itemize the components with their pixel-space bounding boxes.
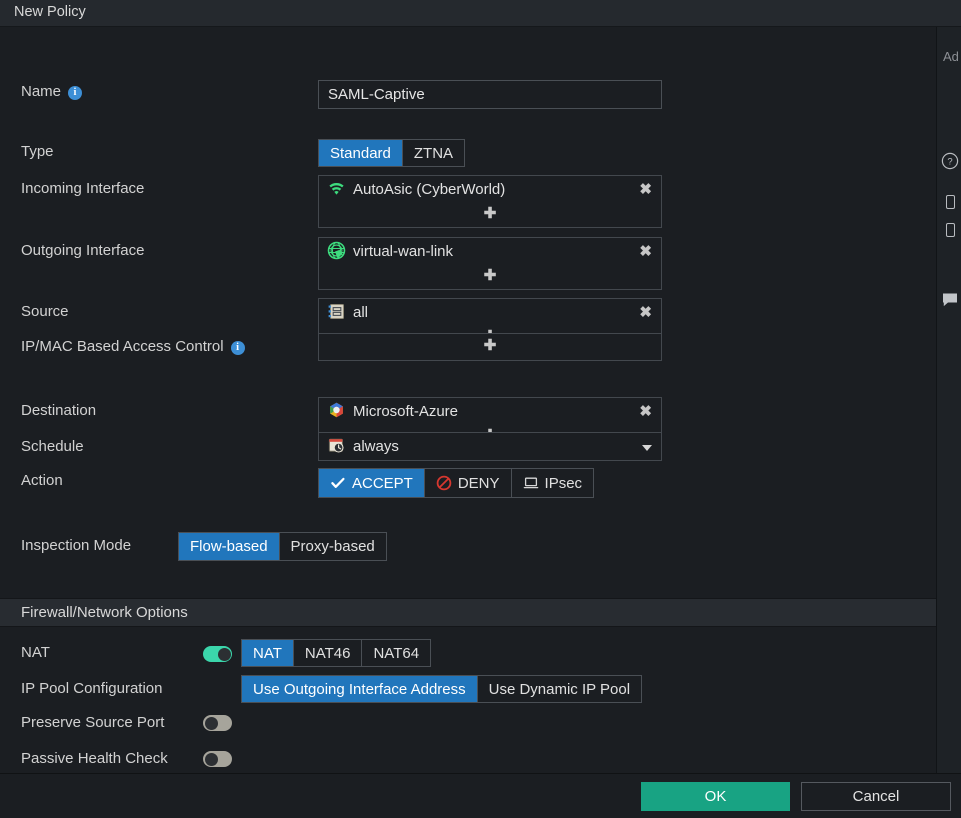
field-row-inspection-mode: Inspection Mode Flow-based Proxy-based: [0, 532, 936, 560]
field-row-nat: NAT NAT NAT46 NAT64: [0, 639, 936, 667]
inspection-mode-option-flow-based[interactable]: Flow-based: [179, 533, 280, 560]
label-outgoing-interface: Outgoing Interface: [21, 242, 144, 259]
dialog-titlebar: New Policy: [0, 0, 961, 27]
panel-handle-icon-2[interactable]: [946, 223, 955, 237]
add-outgoing-interface-button[interactable]: ✚: [319, 265, 661, 289]
label-preserve-source-port: Preserve Source Port: [21, 714, 164, 731]
chevron-down-icon[interactable]: [642, 445, 652, 451]
section-title: Firewall/Network Options: [21, 604, 188, 621]
cancel-button[interactable]: Cancel: [801, 782, 951, 811]
field-row-type: Type Standard ZTNA: [0, 139, 936, 167]
field-row-action: Action ACCEPT DENY: [0, 468, 936, 496]
incoming-interface-selector: AutoAsic (CyberWorld) ✖ ✚: [318, 175, 662, 228]
ip-pool-segmented-control: Use Outgoing Interface Address Use Dynam…: [241, 675, 642, 703]
list-item-label: virtual-wan-link: [353, 243, 453, 260]
new-policy-dialog: New Policy Ad ? Namei Type: [0, 0, 961, 818]
schedule-dropdown[interactable]: always: [318, 432, 662, 461]
info-icon[interactable]: i: [231, 341, 245, 355]
label-name: Namei: [21, 83, 82, 100]
page-title: New Policy: [14, 4, 86, 20]
remove-icon[interactable]: ✖: [639, 304, 652, 321]
action-segmented-control: ACCEPT DENY: [318, 468, 594, 498]
ip-mac-access-control-selector: ✚: [318, 333, 662, 361]
label-passive-health-check: Passive Health Check: [21, 750, 168, 767]
list-item[interactable]: all ✖: [319, 299, 661, 326]
label-destination: Destination: [21, 402, 96, 419]
list-item[interactable]: virtual-wan-link ✖: [319, 238, 661, 265]
field-row-preserve-source-port: Preserve Source Port: [0, 711, 936, 735]
field-row-name: Namei: [0, 78, 936, 108]
nat-option-nat46[interactable]: NAT46: [294, 640, 363, 666]
azure-hex-icon: [327, 401, 346, 420]
address-book-icon: [327, 302, 346, 321]
dialog-footer: OK Cancel: [0, 773, 961, 818]
ip-pool-option-outgoing-interface-address[interactable]: Use Outgoing Interface Address: [242, 676, 478, 702]
list-item-label: all: [353, 304, 368, 321]
list-item[interactable]: Microsoft-Azure ✖: [319, 398, 661, 425]
label-schedule: Schedule: [21, 438, 84, 455]
toggle-knob: [205, 753, 218, 766]
list-item[interactable]: AutoAsic (CyberWorld) ✖: [319, 176, 661, 203]
inspection-mode-option-proxy-based[interactable]: Proxy-based: [280, 533, 386, 560]
schedule-clock-icon: [327, 436, 346, 455]
toggle-knob: [205, 717, 218, 730]
right-sidebar: Ad ?: [936, 27, 961, 818]
sdwan-globe-icon: [327, 241, 346, 260]
remove-icon[interactable]: ✖: [639, 243, 652, 260]
label-source: Source: [21, 303, 69, 320]
name-input[interactable]: [318, 80, 662, 109]
passive-health-check-toggle[interactable]: [203, 751, 232, 767]
wifi-icon: [327, 179, 346, 198]
action-option-deny[interactable]: DENY: [425, 469, 512, 497]
outgoing-interface-selector: virtual-wan-link ✖ ✚: [318, 237, 662, 290]
label-ip-pool-configuration: IP Pool Configuration: [21, 680, 162, 697]
help-circle-icon[interactable]: ?: [941, 152, 959, 170]
nat-option-nat64[interactable]: NAT64: [362, 640, 430, 666]
type-option-ztna[interactable]: ZTNA: [403, 140, 464, 166]
deny-circle-icon: [436, 475, 452, 491]
label-type: Type: [21, 143, 54, 160]
label-action: Action: [21, 472, 63, 489]
schedule-value: always: [353, 438, 399, 455]
type-option-standard[interactable]: Standard: [319, 140, 403, 166]
list-item-label: AutoAsic (CyberWorld): [353, 181, 505, 198]
monitor-icon: [523, 475, 539, 491]
remove-icon[interactable]: ✖: [639, 181, 652, 198]
label-incoming-interface: Incoming Interface: [21, 180, 144, 197]
add-incoming-interface-button[interactable]: ✚: [319, 203, 661, 227]
svg-text:?: ?: [947, 157, 952, 168]
toggle-knob: [218, 648, 231, 661]
nat-segmented-control: NAT NAT46 NAT64: [241, 639, 431, 667]
panel-handle-icon[interactable]: [946, 195, 955, 209]
label-nat: NAT: [21, 644, 50, 661]
ip-pool-option-dynamic-ip-pool[interactable]: Use Dynamic IP Pool: [478, 676, 641, 702]
chat-bubble-icon[interactable]: [941, 292, 959, 310]
field-row-passive-health-check: Passive Health Check: [0, 747, 936, 771]
info-icon[interactable]: i: [68, 86, 82, 100]
type-segmented-control: Standard ZTNA: [318, 139, 465, 167]
check-icon: [330, 475, 346, 491]
label-ip-mac-access-control: IP/MAC Based Access Controli: [21, 338, 245, 355]
right-sidebar-label: Ad: [943, 49, 959, 64]
section-header-firewall-network-options: Firewall/Network Options: [0, 598, 936, 627]
action-option-ipsec[interactable]: IPsec: [512, 469, 594, 497]
ok-button[interactable]: OK: [641, 782, 790, 811]
nat-option-nat[interactable]: NAT: [242, 640, 294, 666]
label-inspection-mode: Inspection Mode: [21, 537, 131, 554]
list-item-label: Microsoft-Azure: [353, 403, 458, 420]
field-row-ip-pool-configuration: IP Pool Configuration Use Outgoing Inter…: [0, 675, 936, 703]
action-option-accept[interactable]: ACCEPT: [319, 469, 425, 497]
remove-icon[interactable]: ✖: [639, 403, 652, 420]
add-ip-mac-access-control-button[interactable]: ✚: [319, 334, 661, 360]
inspection-mode-segmented-control: Flow-based Proxy-based: [178, 532, 387, 561]
policy-form: Namei Type Standard ZTNA Incoming Interf…: [0, 27, 936, 773]
nat-toggle[interactable]: [203, 646, 232, 662]
preserve-source-port-toggle[interactable]: [203, 715, 232, 731]
